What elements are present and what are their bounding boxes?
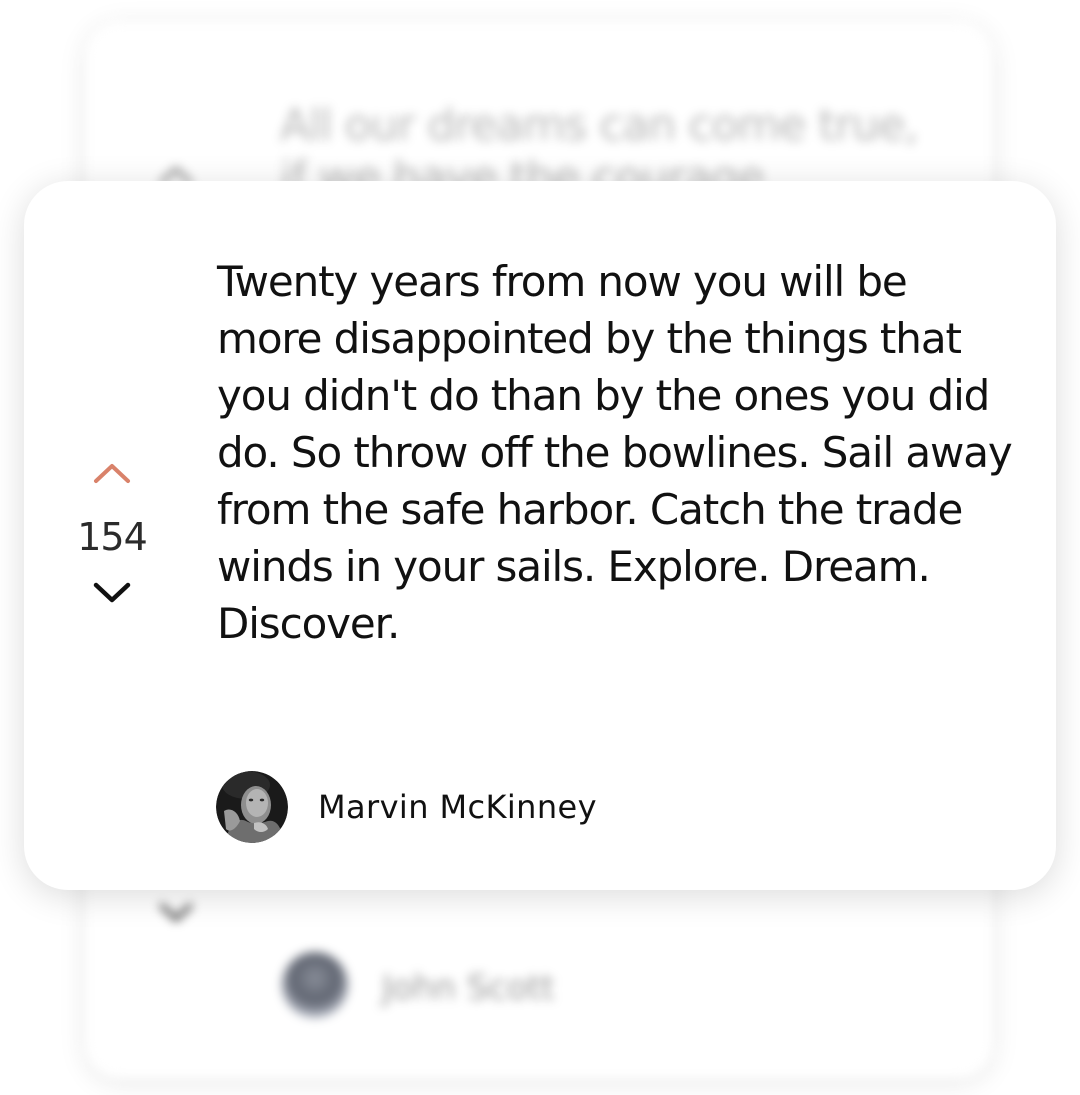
chevron-up-icon (94, 464, 130, 483)
author-avatar[interactable] (216, 771, 288, 843)
quote-card: 154 Twenty years from now you will be mo… (24, 181, 1056, 890)
vote-widget: 154 (70, 457, 154, 607)
downvote-button[interactable] (92, 581, 132, 605)
chevron-down-icon (93, 582, 131, 603)
upvote-button[interactable] (92, 461, 132, 485)
background-author-name: John Scott (382, 968, 555, 1008)
quote-author[interactable]: Marvin McKinney (216, 771, 597, 843)
quote-stack: All our dreams can come true, if we have… (0, 0, 1080, 1095)
quote-text: Twenty years from now you will be more d… (217, 257, 1013, 648)
background-author-avatar (282, 952, 348, 1018)
user-avatar-icon (216, 771, 288, 843)
author-name[interactable]: Marvin McKinney (318, 788, 597, 826)
chevron-down-icon (159, 903, 193, 922)
vote-count: 154 (77, 515, 148, 559)
